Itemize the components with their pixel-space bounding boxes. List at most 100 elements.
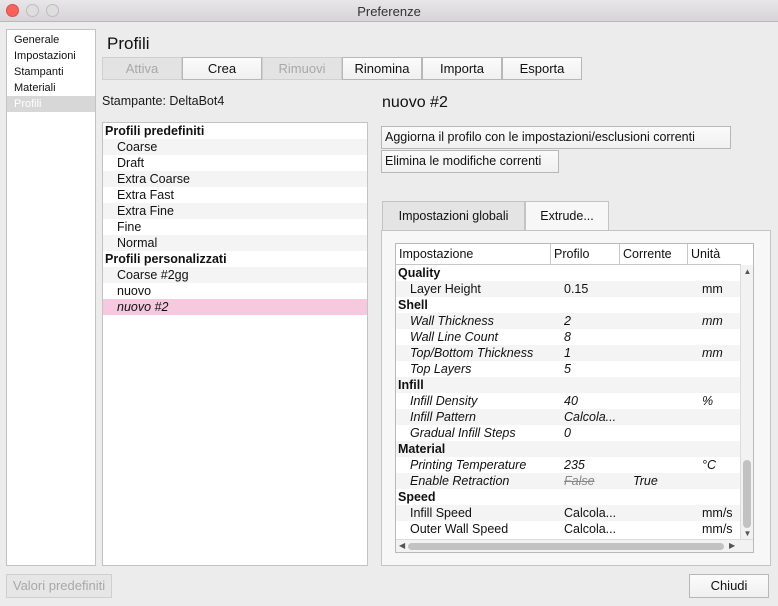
table-row[interactable]: Infill Density 40% (396, 393, 741, 409)
row-setting: Infill Speed (410, 506, 472, 520)
table-row[interactable]: Wall Thickness 2 mm (396, 313, 741, 329)
row-unit: mm (702, 346, 723, 360)
table-row-category: Infill (396, 377, 741, 393)
row-profile-value: 0.15 (564, 282, 589, 296)
list-item[interactable]: Extra Fast (103, 187, 367, 203)
horizontal-scrollbar[interactable]: ◀ ▶ (396, 539, 753, 552)
column-header-profile[interactable]: Profilo (551, 244, 620, 265)
column-header-setting[interactable]: Impostazione (396, 244, 551, 265)
table-row[interactable]: Layer Height 0.15 mm (396, 281, 741, 297)
activate-button[interactable]: Attiva (102, 57, 182, 80)
tab-global-settings[interactable]: Impostazioni globali (382, 201, 525, 231)
sidebar-item-generale[interactable]: Generale (7, 32, 95, 48)
profile-list: Profili predefiniti Coarse Draft Extra C… (102, 122, 368, 566)
table-row-category: Speed (396, 489, 741, 505)
table-row[interactable]: Wall Line Count 8 (396, 329, 741, 345)
table-row[interactable]: Enable Retraction False True (396, 473, 741, 489)
table-row[interactable]: Gradual Infill Steps 0 (396, 425, 741, 441)
row-unit: mm (702, 282, 723, 296)
list-item[interactable]: Extra Fine (103, 203, 367, 219)
printer-label: Stampante: DeltaBot4 (102, 94, 225, 108)
table-row[interactable]: Outer Wall Speed Calcola... mm/s (396, 521, 741, 537)
page-title: Profili (107, 34, 150, 53)
row-profile-value: 8 (564, 330, 571, 344)
rename-button[interactable]: Rinomina (342, 57, 422, 80)
vertical-scroll-thumb[interactable] (743, 460, 751, 528)
list-item-selected[interactable]: nuovo #2 (103, 299, 367, 315)
row-unit: mm (702, 314, 723, 328)
scroll-right-icon[interactable]: ▶ (729, 541, 735, 550)
create-button[interactable]: Crea (182, 57, 262, 80)
table-row[interactable]: Infill Pattern Calcola... (396, 409, 741, 425)
row-profile-value: Calcola... (564, 410, 617, 424)
title-bar: Preferenze (0, 0, 778, 22)
list-item[interactable]: Fine (103, 219, 367, 235)
list-item[interactable]: Draft (103, 155, 367, 171)
list-item[interactable]: Extra Coarse (103, 171, 367, 187)
profile-group-header-custom: Profili personalizzati (105, 252, 227, 266)
row-setting: Top Layers (410, 362, 472, 376)
list-item[interactable]: Coarse (103, 139, 367, 155)
row-setting: Enable Retraction (410, 474, 510, 488)
table-row[interactable]: Top Layers 5 (396, 361, 741, 377)
table-body: Quality Layer Height 0.15 mm Shell Wall Th… (396, 265, 741, 537)
window-title: Preferenze (357, 4, 421, 19)
scroll-down-icon[interactable]: ▼ (741, 529, 753, 538)
row-setting: Infill Pattern (410, 410, 477, 424)
row-setting: Shell (398, 298, 428, 312)
table-row-category: Quality (396, 265, 741, 281)
row-profile-value: 2 (564, 314, 571, 328)
scroll-up-icon[interactable]: ▲ (741, 267, 753, 276)
row-profile-value: 0 (564, 426, 571, 440)
row-setting: Wall Thickness (410, 314, 494, 328)
row-setting: Infill (398, 378, 424, 392)
row-setting: Quality (398, 266, 441, 280)
scroll-left-icon[interactable]: ◀ (399, 541, 405, 550)
vertical-scrollbar[interactable]: ▲ ▼ (740, 265, 753, 540)
preferences-sidebar: Generale Impostazioni Stampanti Material… (6, 29, 96, 566)
sidebar-item-impostazioni[interactable]: Impostazioni (7, 48, 95, 64)
row-profile-value: 5 (564, 362, 571, 376)
horizontal-scroll-thumb[interactable] (408, 543, 724, 550)
import-button[interactable]: Importa (422, 57, 502, 80)
row-setting: Gradual Infill Steps (410, 426, 516, 440)
row-setting: Wall Line Count (410, 330, 499, 344)
table-header: Impostazione Profilo Corrente Unità (396, 244, 741, 265)
profile-group-header-predefined: Profili predefiniti (105, 124, 205, 138)
row-unit: % (702, 394, 714, 408)
row-current-value: True (633, 474, 658, 488)
list-item[interactable]: Normal (103, 235, 367, 251)
row-unit: °C (702, 458, 717, 472)
row-setting: Outer Wall Speed (410, 522, 509, 536)
row-unit: mm/s (702, 522, 733, 536)
row-setting: Top/Bottom Thickness (410, 346, 534, 360)
list-item[interactable]: Coarse #2gg (103, 267, 367, 283)
defaults-button[interactable]: Valori predefiniti (6, 574, 112, 598)
table-row-category: Material (396, 441, 741, 457)
remove-button[interactable]: Rimuovi (262, 57, 342, 80)
column-header-unit[interactable]: Unità (688, 244, 741, 265)
row-profile-value: Calcola... (564, 522, 617, 536)
table-row-category: Shell (396, 297, 741, 313)
table-row[interactable]: Infill Speed Calcola... mm/s (396, 505, 741, 521)
row-setting: Infill Density (410, 394, 478, 408)
sidebar-item-profili[interactable]: Profili (7, 96, 95, 112)
table-row[interactable]: Top/Bottom Thickness 1 mm (396, 345, 741, 361)
tab-extruder[interactable]: Extrude... (525, 201, 609, 232)
row-setting: Layer Height (410, 282, 481, 296)
profile-detail-title: nuovo #2 (382, 94, 448, 111)
row-setting: Printing Temperature (410, 458, 527, 472)
update-profile-button[interactable]: Aggiorna il profilo con le impostazioni/… (381, 126, 731, 149)
settings-table: Impostazione Profilo Corrente Unità Qual… (395, 243, 754, 553)
row-unit: mm/s (702, 506, 733, 520)
close-button[interactable]: Chiudi (689, 574, 769, 598)
list-item[interactable]: nuovo (103, 283, 367, 299)
export-button[interactable]: Esporta (502, 57, 582, 80)
discard-changes-button[interactable]: Elimina le modifiche correnti (381, 150, 559, 173)
row-profile-value: 1 (564, 346, 571, 360)
column-header-current[interactable]: Corrente (620, 244, 688, 265)
sidebar-item-materiali[interactable]: Materiali (7, 80, 95, 96)
table-row[interactable]: Printing Temperature 235 °C (396, 457, 741, 473)
row-profile-value: 40 (564, 394, 578, 408)
sidebar-item-stampanti[interactable]: Stampanti (7, 64, 95, 80)
